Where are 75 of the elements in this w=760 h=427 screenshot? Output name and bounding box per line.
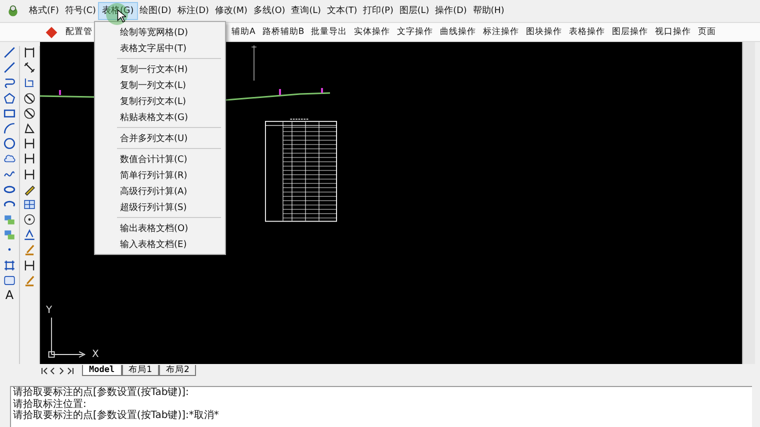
menu-item[interactable]: 标注(D) xyxy=(174,3,212,19)
arc-icon[interactable] xyxy=(3,122,16,135)
menu-item[interactable]: 文本(T) xyxy=(324,3,360,19)
toolbar-button[interactable]: 曲线操作 xyxy=(436,26,480,38)
toolbar-button[interactable]: 表格操作 xyxy=(566,26,609,38)
toolbar-button[interactable]: 批量导出 xyxy=(308,26,351,38)
dropdown-menu-item[interactable]: 粘贴表格文本(G) xyxy=(95,109,225,125)
toolbar-button[interactable]: 文字操作 xyxy=(394,26,437,38)
frame-icon[interactable] xyxy=(3,258,16,272)
command-line: 请拾取要标注的点[参数设置(按Tab键)]:*取消* xyxy=(13,410,220,422)
toolbar-button[interactable]: 图层操作 xyxy=(608,26,652,38)
y-axis-label: Y xyxy=(46,305,52,316)
toolbar-button[interactable]: 配置管 xyxy=(62,26,96,38)
dropdown-menu-item[interactable]: 复制一列文本(L) xyxy=(95,77,225,93)
toolbar-button[interactable]: 辅助A xyxy=(228,26,259,38)
app-logo-icon[interactable] xyxy=(6,4,20,18)
ruler-icon[interactable] xyxy=(23,258,36,272)
underline-icon[interactable] xyxy=(23,228,36,242)
toolbar-button[interactable]: 视口操作 xyxy=(652,26,695,38)
line-icon[interactable] xyxy=(3,61,16,74)
ruler-icon[interactable] xyxy=(23,152,36,166)
menu-item[interactable]: 绘图(D) xyxy=(136,3,174,19)
toolbar-button[interactable]: 标注操作 xyxy=(480,26,523,38)
dropdown-menu-item[interactable]: 简单行列计算(R) xyxy=(95,167,225,183)
dimension-icon[interactable] xyxy=(23,61,36,74)
circle-slash-icon[interactable] xyxy=(23,92,36,105)
toolbar-button[interactable]: 页面 xyxy=(694,26,720,38)
menu-item[interactable]: 操作(D) xyxy=(432,3,470,19)
toolbar-button[interactable]: 图块操作 xyxy=(522,26,566,38)
menu-item[interactable]: 符号(C) xyxy=(62,3,99,19)
pentagon-icon[interactable] xyxy=(3,92,16,105)
menu-item[interactable]: 格式(F) xyxy=(26,3,62,19)
dropdown-menu-item[interactable]: 数值合计计算(C) xyxy=(95,151,225,167)
dropdown-menu-item[interactable]: 高级行列计算(A) xyxy=(95,183,225,199)
menu-item[interactable]: 帮助(H) xyxy=(470,3,508,19)
menu-item[interactable]: 修改(M) xyxy=(212,3,250,19)
road-line-drawing xyxy=(40,89,94,98)
menu-item[interactable]: 多线(O) xyxy=(250,3,288,19)
dropdown-menu-item[interactable]: 复制行列文本(L) xyxy=(95,93,225,109)
grid-icon[interactable] xyxy=(23,198,36,211)
menu-item[interactable]: 打印(P) xyxy=(360,3,396,19)
toolbar-button[interactable]: 路桥辅助B xyxy=(258,26,308,38)
ruler-icon[interactable] xyxy=(23,137,36,150)
dimension-icon[interactable] xyxy=(23,46,36,59)
dropdown-menu-item[interactable]: 超级行列计算(S) xyxy=(95,199,225,215)
blocks-icon[interactable] xyxy=(3,228,16,242)
circle-icon[interactable] xyxy=(3,137,16,150)
dropdown-menu-item[interactable]: 表格文字居中(T) xyxy=(95,40,225,56)
text-tool-button[interactable]: A xyxy=(5,289,14,302)
rectangle-icon[interactable] xyxy=(3,106,16,120)
pen-icon[interactable] xyxy=(23,182,36,196)
toolbar-button[interactable]: 实体操作 xyxy=(350,26,394,38)
dropdown-menu-item[interactable]: 复制一行文本(H) xyxy=(95,61,225,77)
layout-tab[interactable]: Model xyxy=(82,365,122,376)
dropdown-menu-item[interactable]: 输出表格文档(O) xyxy=(95,220,225,236)
dropdown-menu-item[interactable]: 合并多列文本(U) xyxy=(95,130,225,146)
target-icon[interactable] xyxy=(23,213,36,226)
menu-item[interactable]: 图层(L) xyxy=(396,3,432,19)
layout-tab[interactable]: 布局2 xyxy=(159,365,196,376)
polyline-icon[interactable] xyxy=(3,76,16,90)
line-icon[interactable] xyxy=(3,46,16,59)
dropdown-menu-item[interactable]: 输入表格文档(E) xyxy=(95,236,225,252)
x-axis-label: X xyxy=(92,349,99,360)
circle-slash-icon[interactable] xyxy=(23,106,36,120)
vertical-scrollbar[interactable] xyxy=(742,42,755,364)
blocks-icon[interactable] xyxy=(3,213,16,226)
ruler-icon[interactable] xyxy=(23,168,36,180)
layout-tab[interactable]: 布局1 xyxy=(122,365,160,376)
dropdown-menu-item[interactable]: 绘制等宽网格(D) xyxy=(95,24,225,40)
triangle-icon[interactable] xyxy=(23,122,36,135)
diamond-logo-icon[interactable] xyxy=(45,26,58,38)
menu-item[interactable]: 查询(L) xyxy=(288,3,324,19)
grid-dimension-icon[interactable] xyxy=(23,76,36,90)
command-line: 请拾取要标注的点[参数设置(按Tab键)]: xyxy=(13,387,190,398)
command-line: 请拾取标注位置: xyxy=(13,398,88,410)
